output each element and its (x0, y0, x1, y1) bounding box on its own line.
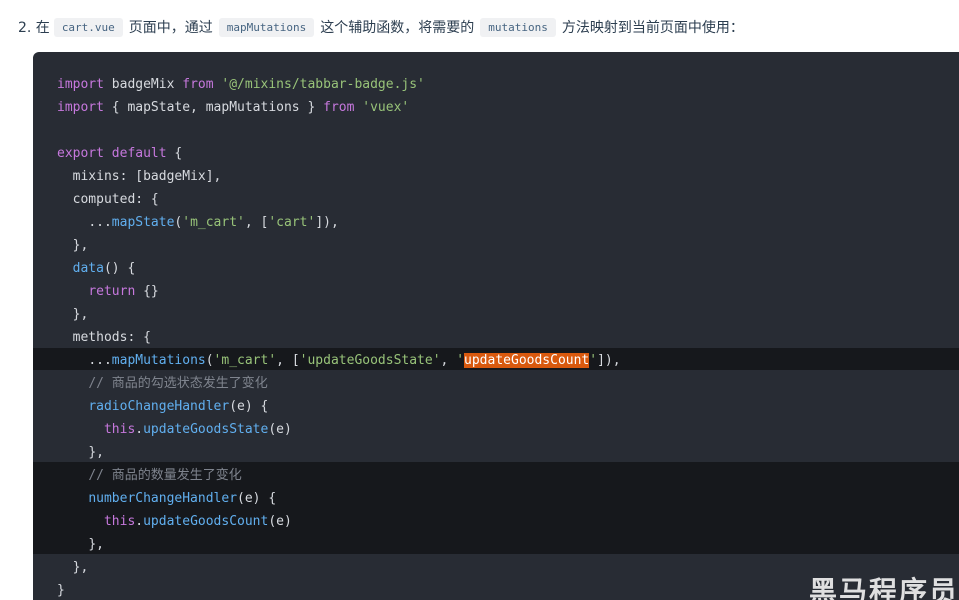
code-line-10: return {} (88, 284, 159, 299)
code-line-2: import { mapState, mapMutations } from '… (57, 100, 410, 115)
step-text-3: 方法映射到当前页面中使用： (561, 20, 744, 36)
step-instruction: 2. 在 cart.vue 页面中，通过 mapMutations 这个辅助函数… (18, 14, 750, 40)
inline-code-cart-vue: cart.vue (53, 17, 123, 37)
code-line-11: }, (72, 307, 89, 322)
step-number: 2. 在 (18, 20, 50, 36)
code-lines: import badgeMix from '@/mixins/tabbar-ba… (33, 73, 959, 600)
selected-text: updateGoodsCount (464, 353, 590, 368)
code-line-20: this.updateGoodsCount(e) (103, 514, 292, 529)
code-line-19: numberChangeHandler(e) { (88, 491, 277, 506)
inline-code-mutations: mutations (480, 17, 556, 37)
code-line-21: }, (88, 537, 104, 552)
code-line-8: }, (72, 238, 89, 253)
code-line-15: radioChangeHandler(e) { (88, 399, 269, 414)
code-line-7: ...mapState('m_cart', ['cart']), (88, 215, 339, 230)
code-line-4: export default { (57, 146, 183, 161)
code-line-18: // 商品的数量发生了变化 (88, 468, 242, 483)
code-line-1: import badgeMix from '@/mixins/tabbar-ba… (57, 77, 425, 92)
code-line-5: mixins: [badgeMix], (72, 169, 222, 184)
code-line-14: // 商品的勾选状态发生了变化 (88, 376, 268, 391)
code-line-17: }, (88, 445, 104, 460)
code-line-13: ...mapMutations('m_cart', ['updateGoodsS… (88, 353, 621, 368)
watermark-logo: 黑马程序员 (808, 575, 959, 600)
code-line-12: methods: { (72, 330, 151, 345)
inline-code-mapmutations: mapMutations (218, 17, 315, 37)
code-line-6: computed: { (72, 192, 159, 207)
step-text-2: 这个辅助函数，将需要的 (320, 20, 475, 36)
step-text-1: 页面中，通过 (128, 20, 213, 36)
code-line-9: data() { (72, 261, 136, 276)
code-line-16: this.updateGoodsState(e) (103, 422, 292, 437)
code-block[interactable]: import badgeMix from '@/mixins/tabbar-ba… (33, 52, 959, 600)
